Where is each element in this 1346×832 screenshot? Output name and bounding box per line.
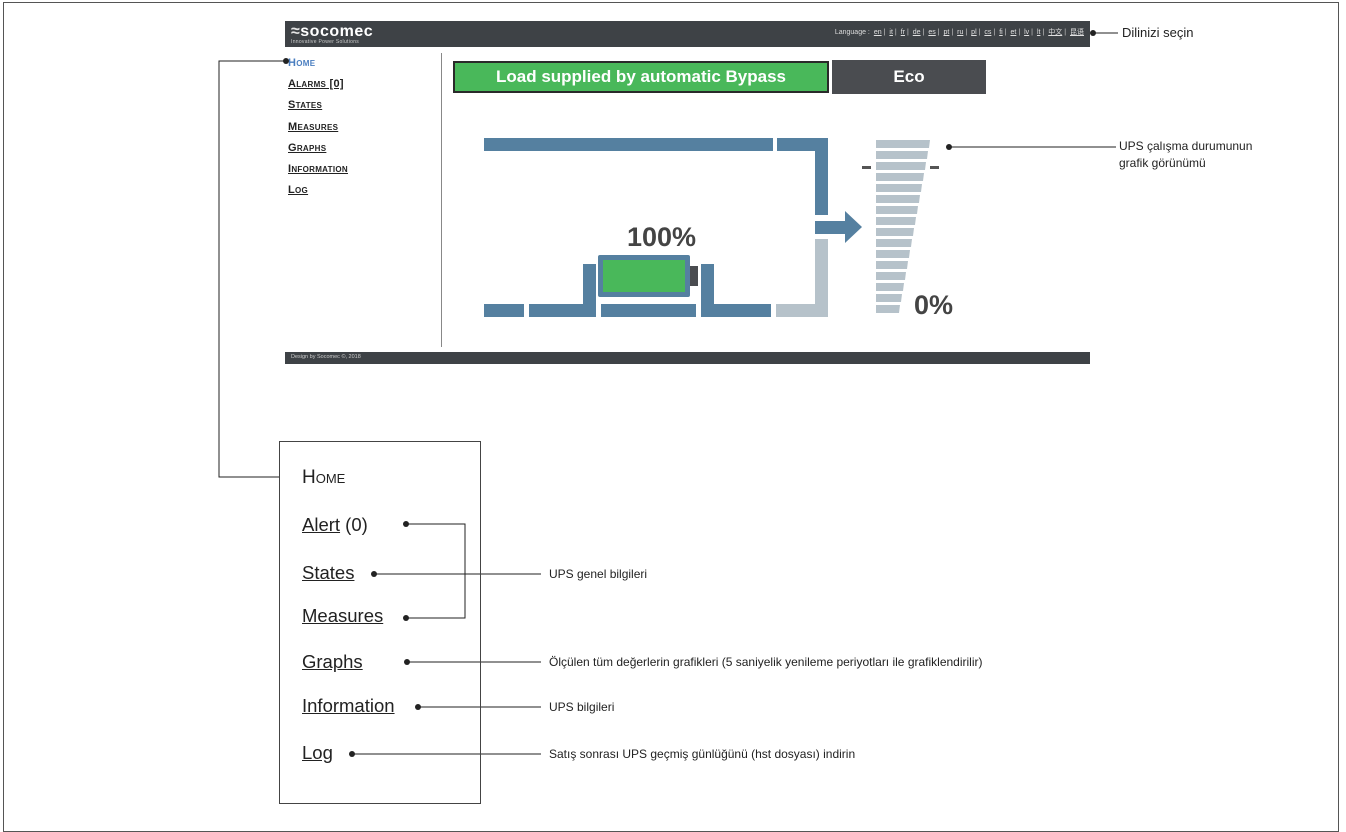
language-callout-dot [1090, 30, 1096, 36]
zoom-log: Log [302, 742, 333, 764]
home-callout-dot [283, 58, 289, 64]
scale-tick-right [930, 166, 939, 169]
zoom-states-link: States [302, 562, 355, 583]
log-callout: Satış sonrası UPS geçmiş günlüğünü (hst … [549, 747, 856, 761]
input-pipe-1 [484, 304, 524, 317]
footer-text: Design by Socomec ©, 2018 [291, 354, 361, 360]
battery-icon [598, 255, 698, 297]
zoom-home: Home [302, 467, 346, 488]
zoom-measures: Measures [302, 605, 383, 627]
zoom-measures-link: Measures [302, 605, 384, 626]
graphic-callout-dot [946, 144, 952, 150]
zoom-information: Information [302, 695, 395, 717]
zoom-log-link: Log [302, 742, 333, 763]
rectifier-block [583, 264, 596, 304]
ups-diagram [218, 30, 1118, 757]
graphs-callout: Ölçülen tüm değerlerin grafikleri (5 san… [549, 655, 983, 669]
general-info-callout: UPS genel bilgileri [549, 567, 648, 581]
zoom-alert-count: (0) [340, 514, 368, 535]
load-level-scale [876, 140, 930, 313]
inverter-pipe-bottom [776, 304, 828, 317]
bypass-pipe-down [815, 151, 828, 215]
inverter-block [701, 264, 714, 304]
zoom-alert-link: Alert [302, 514, 341, 535]
bypass-pipe-top-right [777, 138, 828, 151]
zoom-information-link: Information [302, 695, 395, 716]
bypass-pipe-top [484, 138, 773, 151]
load-level-value: 0% [914, 290, 954, 320]
graphic-view-callout-line2: grafik görünümü [1119, 156, 1206, 170]
zoom-graphs: Graphs [302, 651, 363, 673]
footer-bar: Design by Socomec ©, 2018 [285, 352, 1090, 364]
ups-info-callout: UPS bilgileri [549, 700, 615, 714]
zoom-graphs-link: Graphs [302, 651, 363, 672]
zoom-alert: Alert (0) [302, 514, 368, 536]
graphic-view-callout-line1: UPS çalışma durumunun [1119, 139, 1253, 153]
input-pipe-2 [529, 304, 596, 317]
battery-base [601, 304, 696, 317]
scale-tick-left [862, 166, 871, 169]
battery-level-value: 100% [627, 222, 697, 252]
output-pipe [701, 304, 771, 317]
language-callout: Dilinizi seçin [1122, 25, 1194, 40]
home-callout-line [218, 60, 286, 478]
zoom-states: States [302, 562, 354, 584]
output-arrow-body [815, 221, 847, 234]
output-arrow-icon [845, 211, 862, 243]
